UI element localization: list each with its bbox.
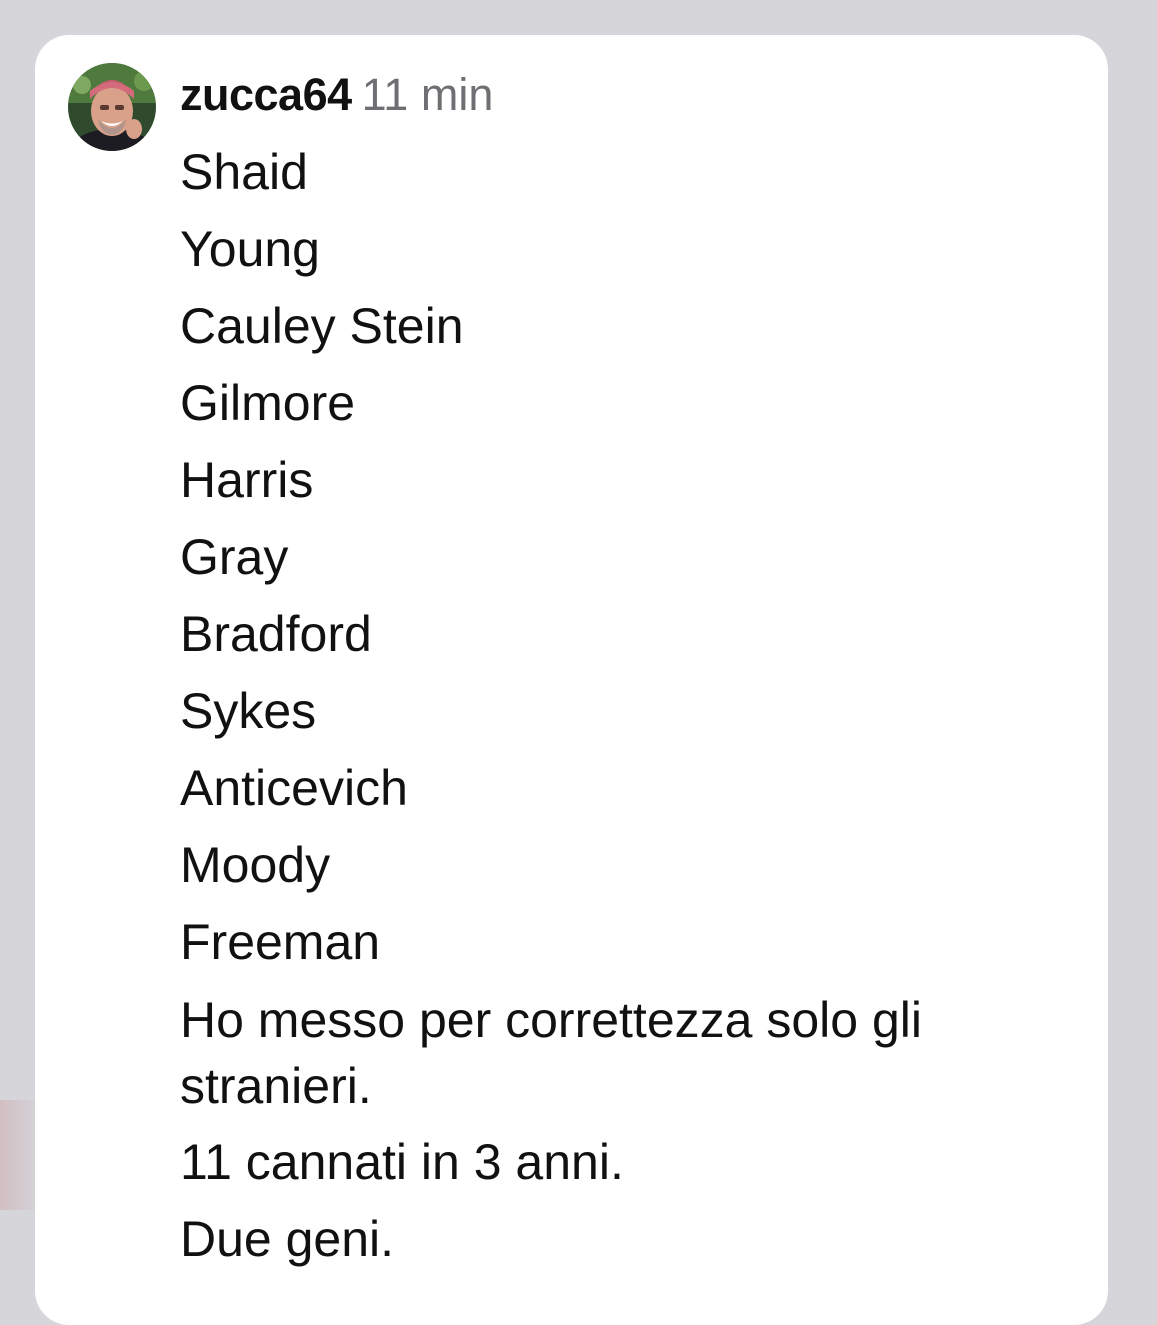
timestamp: 11 min [361,69,494,120]
comment-paragraph: Ho messo per correttezza solo gli strani… [180,992,922,1114]
avatar-photo-icon [68,63,156,151]
backdrop-accent [0,1100,40,1210]
user-avatar[interactable] [68,63,156,151]
comment-line: Gilmore [180,375,356,431]
comment-card: zucca64 11 min Shaid Young Cauley Stein G… [35,35,1108,1325]
comment-body: Shaid Young Cauley Stein Gilmore Harris … [180,134,1040,1278]
comment-line: Sykes [180,683,317,739]
comment-line: Harris [180,452,314,508]
comment-line: Gray [180,529,289,585]
comment-line: Anticevich [180,760,408,816]
comment-line: Shaid [180,144,308,200]
comment-line: 11 cannati in 3 anni. [180,1134,624,1190]
comment-header: zucca64 11 min [180,67,493,123]
comment-line: Moody [180,837,331,893]
comment-line: Due geni. [180,1211,395,1267]
comment-line: Freeman [180,914,381,970]
username[interactable]: zucca64 [180,69,352,120]
comment-line: Cauley Stein [180,298,464,354]
comment-line: Bradford [180,606,372,662]
comment-line: Young [180,221,320,277]
